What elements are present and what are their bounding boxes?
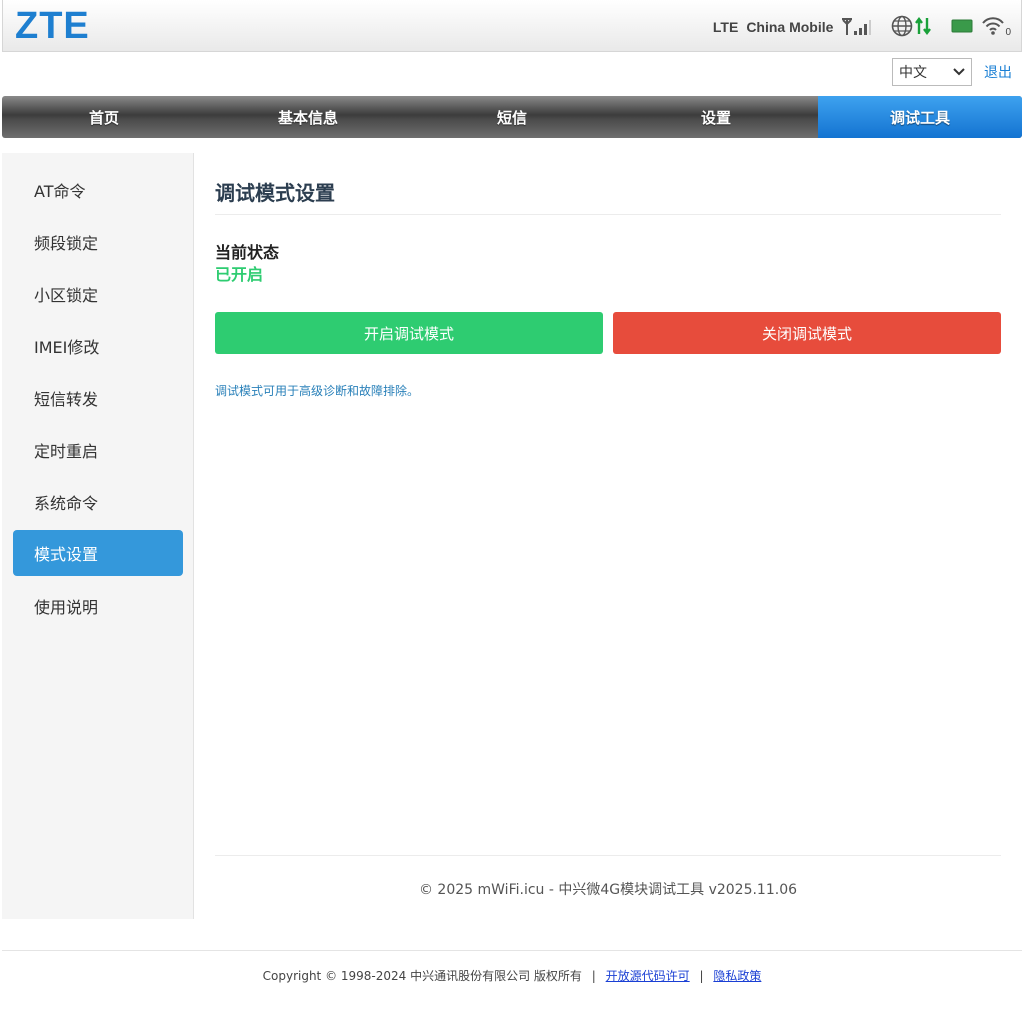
- sidebar-item-user-guide[interactable]: 使用说明: [13, 583, 183, 629]
- privacy-policy-link[interactable]: 隐私政策: [713, 969, 761, 983]
- tool-version-footer: © 2025 mWiFi.icu - 中兴微4G模块调试工具 v2025.11.…: [418, 882, 798, 898]
- chevron-down-icon: [953, 64, 965, 80]
- open-source-license-link[interactable]: 开放源代码许可: [606, 969, 690, 983]
- carrier-name: China Mobile: [746, 19, 834, 35]
- copyright-text: Copyright © 1998-2024 中兴通讯股份有限公司 版权所有: [262, 969, 582, 983]
- sidebar-item-scheduled-reboot[interactable]: 定时重启: [13, 427, 183, 473]
- sidebar-item-at-command[interactable]: AT命令: [13, 167, 183, 213]
- logout-link[interactable]: 退出: [984, 62, 1012, 82]
- sidebar-item-mode-settings[interactable]: 模式设置: [13, 530, 183, 576]
- nav-debug-tools[interactable]: 调试工具: [818, 96, 1022, 138]
- language-row: 中文 退出: [892, 58, 1012, 86]
- status-label: 当前状态: [215, 243, 280, 262]
- sidebar-item-sms-forward[interactable]: 短信转发: [13, 375, 183, 421]
- globe-icon: [891, 15, 913, 40]
- nav-home[interactable]: 首页: [2, 96, 206, 138]
- page-footer: Copyright © 1998-2024 中兴通讯股份有限公司 版权所有 | …: [0, 967, 1024, 984]
- status-bar: LTE China Mobile 0: [713, 14, 1011, 40]
- sidebar: AT命令 频段锁定 小区锁定 IMEI修改 短信转发 定时重启 系统命令 模式设…: [2, 153, 194, 919]
- zte-logo[interactable]: ZTE: [15, 6, 90, 46]
- language-selected: 中文: [899, 65, 927, 81]
- sim-card-icon: [951, 18, 973, 37]
- disable-debug-button[interactable]: 关闭调试模式: [613, 312, 1001, 354]
- status-value: 已开启: [215, 265, 264, 284]
- signal-bars-icon: [841, 18, 872, 36]
- content-footer-divider: [215, 855, 1001, 856]
- sidebar-item-cell-lock[interactable]: 小区锁定: [13, 271, 183, 317]
- wifi-icon: [981, 15, 1007, 40]
- top-header: ZTE LTE China Mobile 0: [2, 0, 1022, 52]
- debug-hint-text: 调试模式可用于高级诊断和故障排除。: [215, 384, 420, 398]
- main-content: 调试模式设置 当前状态 已开启 开启调试模式 关闭调试模式 调试模式可用于高级诊…: [215, 153, 1001, 919]
- enable-debug-button[interactable]: 开启调试模式: [215, 312, 603, 354]
- network-type: LTE: [712, 19, 739, 35]
- page-footer-divider: [2, 950, 1022, 951]
- nav-sms[interactable]: 短信: [410, 96, 614, 138]
- language-select[interactable]: 中文: [892, 58, 972, 86]
- sidebar-item-imei-edit[interactable]: IMEI修改: [13, 323, 183, 369]
- nav-settings[interactable]: 设置: [614, 96, 818, 138]
- sidebar-item-system-command[interactable]: 系统命令: [13, 479, 183, 525]
- footer-separator: |: [699, 969, 704, 983]
- wifi-client-count: 0: [1005, 26, 1011, 38]
- main-nav: 首页 基本信息 短信 设置 调试工具: [2, 96, 1022, 138]
- nav-basic-info[interactable]: 基本信息: [206, 96, 410, 138]
- footer-separator: |: [591, 969, 596, 983]
- data-transfer-icon: [915, 16, 932, 38]
- page-title: 调试模式设置: [215, 181, 335, 205]
- sidebar-item-band-lock[interactable]: 频段锁定: [13, 219, 183, 265]
- title-divider: [215, 214, 1001, 215]
